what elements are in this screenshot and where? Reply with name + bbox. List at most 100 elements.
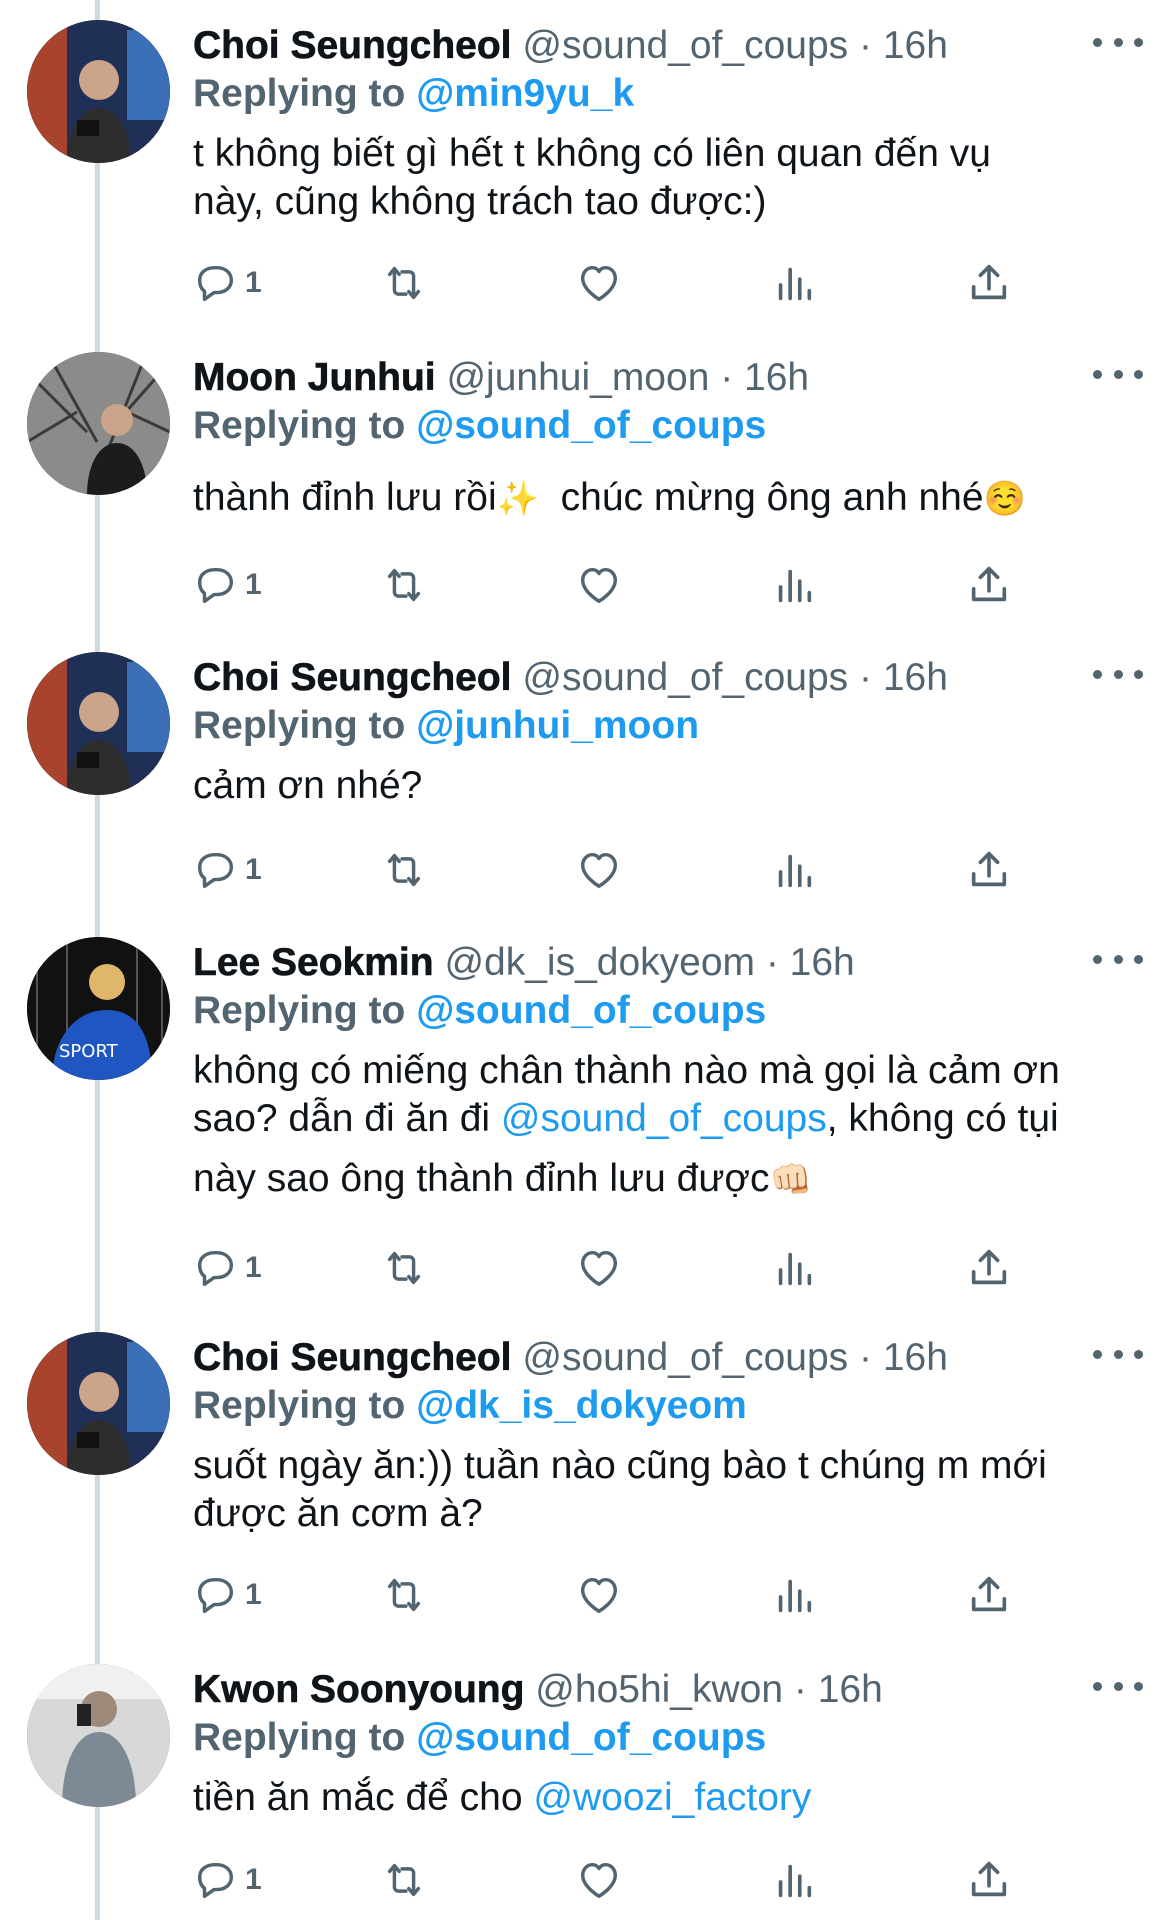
action-bar: 1 (193, 557, 1033, 613)
reply-count: 1 (245, 1863, 262, 1896)
display-name[interactable]: Moon Junhui (193, 356, 436, 400)
timestamp[interactable]: · 16h (794, 1668, 883, 1711)
action-bar: 1 (193, 255, 1033, 311)
views-button[interactable] (771, 1852, 817, 1908)
tweet[interactable]: Choi Seungcheol @sound_of_coups · 16h Re… (0, 1312, 1173, 1644)
views-button[interactable] (771, 255, 817, 311)
tweet-text-line: t không biết gì hết t không có liên quan… (193, 132, 991, 175)
replying-to-mention[interactable]: @junhui_moon (416, 704, 699, 747)
views-icon (771, 847, 817, 893)
tweet[interactable]: Moon Junhui @junhui_moon · 16h Replying … (0, 332, 1173, 632)
share-button[interactable] (966, 1240, 1012, 1296)
display-name[interactable]: Choi Seungcheol (193, 1336, 512, 1380)
views-icon (771, 1572, 817, 1618)
user-handle[interactable]: @sound_of_coups (522, 656, 848, 699)
avatar[interactable]: SPORT (27, 937, 170, 1080)
display-name[interactable]: Choi Seungcheol (193, 24, 512, 68)
tweet-text-line: suốt ngày ăn:)) tuần nào cũng bào t chún… (193, 1444, 1047, 1487)
views-button[interactable] (771, 1240, 817, 1296)
retweet-button[interactable] (381, 1567, 427, 1623)
retweet-icon (381, 847, 427, 893)
reply-button[interactable]: 1 (193, 842, 262, 898)
replying-label: Replying to (193, 989, 406, 1032)
tweet[interactable]: SPORT Lee Seokmin @dk_is_dokyeom · 16h R… (0, 917, 1173, 1312)
tweet-header: Choi Seungcheol @sound_of_coups · 16h (193, 654, 1133, 702)
replying-to-mention[interactable]: @sound_of_coups (416, 404, 766, 447)
tweet-header: Moon Junhui @junhui_moon · 16h (193, 354, 1133, 402)
tweet-text-line: này sao ông thành đỉnh lưu được👊🏻 (193, 1155, 1133, 1204)
reply-button[interactable]: 1 (193, 1852, 262, 1908)
avatar[interactable] (27, 352, 170, 495)
retweet-button[interactable] (381, 255, 427, 311)
avatar[interactable] (27, 20, 170, 163)
replying-to-mention[interactable]: @min9yu_k (416, 72, 634, 115)
share-button[interactable] (966, 842, 1012, 898)
like-button[interactable] (576, 1240, 622, 1296)
share-button[interactable] (966, 1567, 1012, 1623)
tweet-text-line: sao? dẫn đi ăn đi @sound_of_coups, không… (193, 1095, 1133, 1143)
tweet-header: Kwon Soonyoung @ho5hi_kwon · 16h (193, 1666, 1133, 1714)
avatar[interactable] (27, 1664, 170, 1807)
timestamp[interactable]: · 16h (859, 24, 948, 67)
timestamp[interactable]: · 16h (859, 656, 948, 699)
action-bar: 1 (193, 1240, 1033, 1296)
tweet-header: Choi Seungcheol @sound_of_coups · 16h (193, 22, 1133, 70)
timestamp[interactable]: · 16h (766, 941, 855, 984)
tweet-text: t không biết gì hết t không có liên quan… (193, 130, 1133, 226)
share-button[interactable] (966, 255, 1012, 311)
retweet-button[interactable] (381, 1852, 427, 1908)
display-name[interactable]: Kwon Soonyoung (193, 1668, 525, 1712)
mention-link[interactable]: @sound_of_coups (501, 1097, 827, 1140)
reply-count: 1 (245, 853, 262, 886)
tweet-text-line: này, cũng không trách tao được:) (193, 180, 767, 223)
avatar[interactable] (27, 1332, 170, 1475)
display-name[interactable]: Choi Seungcheol (193, 656, 512, 700)
retweet-button[interactable] (381, 842, 427, 898)
like-button[interactable] (576, 1567, 622, 1623)
share-button[interactable] (966, 1852, 1012, 1908)
tweet[interactable]: Choi Seungcheol @sound_of_coups · 16h Re… (0, 632, 1173, 917)
replying-to-mention[interactable]: @sound_of_coups (416, 1716, 766, 1759)
like-button[interactable] (576, 1852, 622, 1908)
timestamp[interactable]: · 16h (720, 356, 809, 399)
tweet-header: Lee Seokmin @dk_is_dokyeom · 16h (193, 939, 1133, 987)
mention-link[interactable]: @woozi_factory (533, 1776, 811, 1819)
user-handle[interactable]: @ho5hi_kwon (535, 1668, 783, 1711)
tweet-text-segment: , không có tụi (826, 1097, 1059, 1140)
reply-button[interactable]: 1 (193, 1567, 262, 1623)
like-button[interactable] (576, 842, 622, 898)
share-icon (966, 260, 1012, 306)
replying-to-mention[interactable]: @sound_of_coups (416, 989, 766, 1032)
views-button[interactable] (771, 557, 817, 613)
tweet[interactable]: Kwon Soonyoung @ho5hi_kwon · 16h Replyin… (0, 1644, 1173, 1920)
like-button[interactable] (576, 557, 622, 613)
user-handle[interactable]: @sound_of_coups (522, 24, 848, 67)
user-handle[interactable]: @sound_of_coups (522, 1336, 848, 1379)
reply-icon (193, 562, 239, 608)
user-handle[interactable]: @junhui_moon (446, 356, 709, 399)
reply-button[interactable]: 1 (193, 557, 262, 613)
replying-to: Replying to @sound_of_coups (193, 987, 1133, 1035)
like-icon (576, 847, 622, 893)
user-handle[interactable]: @dk_is_dokyeom (444, 941, 755, 984)
like-button[interactable] (576, 255, 622, 311)
fist-emoji: 👊🏻 (769, 1161, 812, 1199)
reply-button[interactable]: 1 (193, 255, 262, 311)
reply-count: 1 (245, 568, 262, 601)
reply-button[interactable]: 1 (193, 1240, 262, 1296)
replying-to-mention[interactable]: @dk_is_dokyeom (416, 1384, 747, 1427)
tweet[interactable]: Choi Seungcheol @sound_of_coups · 16h Re… (0, 0, 1173, 330)
share-button[interactable] (966, 557, 1012, 613)
tweet-text: suốt ngày ăn:)) tuần nào cũng bào t chún… (193, 1442, 1133, 1538)
retweet-button[interactable] (381, 1240, 427, 1296)
avatar[interactable] (27, 652, 170, 795)
views-button[interactable] (771, 1567, 817, 1623)
timestamp[interactable]: · 16h (859, 1336, 948, 1379)
like-icon (576, 1572, 622, 1618)
smiling-emoji: ☺️ (983, 480, 1026, 518)
views-button[interactable] (771, 842, 817, 898)
replying-label: Replying to (193, 1384, 406, 1427)
retweet-button[interactable] (381, 557, 427, 613)
replying-to: Replying to @dk_is_dokyeom (193, 1382, 1133, 1430)
display-name[interactable]: Lee Seokmin (193, 941, 434, 985)
